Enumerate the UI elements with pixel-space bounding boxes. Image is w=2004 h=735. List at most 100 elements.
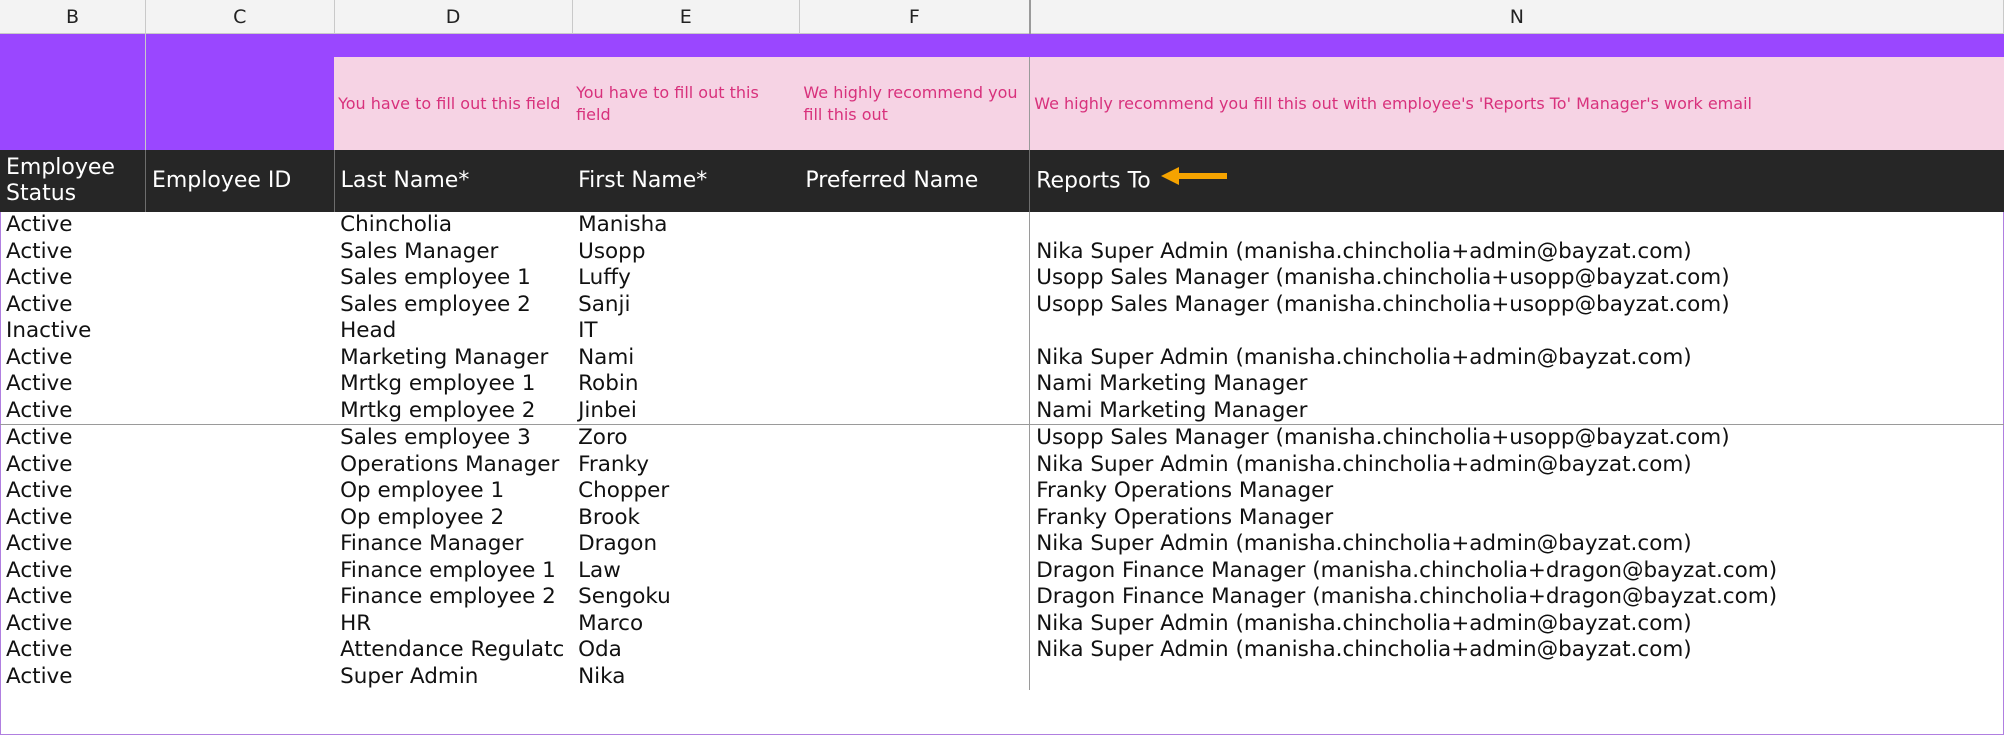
table-row[interactable]: Active Sales employee 1 Luffy Usopp Sales M… (0, 265, 2004, 292)
cell-first-name[interactable]: Jinbei (572, 398, 799, 425)
table-row[interactable]: Active Sales Manager Usopp Nika Super Admin… (0, 238, 2004, 266)
cell-preferred-name[interactable] (799, 637, 1029, 664)
cell-last-name[interactable]: HR (334, 611, 572, 638)
cell-last-name[interactable]: Op employee 2 (334, 505, 572, 532)
cell-reports-to[interactable]: Nika Super Admin (manisha.chincholia+adm… (1029, 531, 2004, 558)
column-header-b[interactable]: B (0, 0, 146, 34)
column-header-e[interactable]: E (572, 0, 800, 34)
cell-preferred-name[interactable] (799, 424, 1030, 452)
cell-employee-id[interactable] (145, 584, 334, 611)
cell-employee-id[interactable] (145, 531, 334, 558)
cell-first-name[interactable]: Luffy (572, 265, 799, 292)
cell-preferred-name[interactable] (799, 478, 1029, 505)
table-row[interactable]: Active Op employee 1 Chopper Franky Operati… (0, 478, 2004, 505)
cell-preferred-name[interactable] (799, 452, 1029, 479)
cell-first-name[interactable]: Zoro (572, 424, 800, 452)
cell-last-name[interactable]: Finance employee 2 (334, 584, 572, 611)
cell-reports-to[interactable]: Franky Operations Manager (1029, 504, 2004, 531)
cell-reports-to[interactable]: Nami Marketing Manager (1029, 397, 2004, 425)
table-row[interactable]: Active Mrtkg employee 1 Robin Nami Marketin… (0, 371, 2004, 398)
table-row[interactable]: Active HR Marco Nika Super Admin (manisha.c… (0, 610, 2004, 638)
column-header-f[interactable]: F (799, 0, 1031, 34)
table-row[interactable]: Active Sales employee 3 Zoro Usopp Sales Ma… (0, 424, 2004, 452)
cell-employee-status[interactable]: Active (0, 371, 145, 398)
cell-first-name[interactable]: Nika (572, 664, 799, 691)
cell-first-name[interactable]: Brook (572, 505, 799, 532)
cell-employee-status[interactable]: Active (0, 584, 145, 611)
cell-first-name[interactable]: Marco (572, 611, 799, 638)
cell-preferred-name[interactable] (799, 265, 1029, 292)
cell-last-name[interactable]: Operations Manager (334, 452, 572, 479)
hint-first-name[interactable]: You have to fill out this field (572, 57, 800, 150)
cell-first-name[interactable]: Law (572, 558, 799, 585)
cell-preferred-name[interactable] (799, 212, 1029, 239)
cell-employee-id[interactable] (145, 398, 334, 425)
cell-employee-status[interactable]: Active (0, 637, 145, 664)
cell-first-name[interactable]: Usopp (572, 239, 799, 266)
table-row[interactable]: Active Finance Manager Dragon Nika Super Ad… (0, 531, 2004, 558)
cell-last-name[interactable]: Sales employee 1 (334, 265, 572, 292)
cell-reports-to[interactable] (1029, 212, 2004, 239)
cell-employee-status[interactable]: Active (0, 664, 145, 691)
cell-reports-to[interactable]: Nami Marketing Manager (1029, 371, 2004, 398)
cell-first-name[interactable]: Nami (572, 345, 799, 372)
cell-employee-status[interactable]: Active (0, 424, 146, 452)
column-header-c[interactable]: C (145, 0, 335, 34)
table-row[interactable]: Active Finance employee 2 Sengoku Dragon Fi… (0, 584, 2004, 611)
cell-last-name[interactable]: Mrtkg employee 2 (334, 398, 572, 425)
table-row[interactable]: Active Finance employee 1 Law Dragon Financ… (0, 557, 2004, 585)
cell-reports-to[interactable]: Nika Super Admin (manisha.chincholia+adm… (1029, 610, 2004, 637)
cell-preferred-name[interactable] (799, 345, 1029, 372)
header-last-name[interactable]: Last Name* (334, 150, 573, 212)
hint-preferred-name[interactable]: We highly recommend you fill this out (799, 57, 1031, 150)
cell-preferred-name[interactable] (799, 398, 1029, 425)
cell-reports-to[interactable]: Usopp Sales Manager (manisha.chincholia+… (1029, 291, 2004, 318)
cell-last-name[interactable]: Attendance Regulatc (334, 637, 572, 664)
cell-first-name[interactable]: Oda (572, 637, 799, 664)
cell-reports-to[interactable]: Franky Operations Manager (1029, 478, 2004, 505)
table-row[interactable]: Active Marketing Manager Nami Nika Super Ad… (0, 344, 2004, 372)
cell-last-name[interactable]: Sales employee 2 (334, 292, 572, 319)
cell-reports-to[interactable] (1029, 318, 2004, 345)
cell-preferred-name[interactable] (799, 292, 1029, 319)
cell-reports-to[interactable]: Dragon Finance Manager (manisha.chinchol… (1029, 557, 2004, 584)
cell-reports-to[interactable]: Nika Super Admin (manisha.chincholia+adm… (1029, 637, 2004, 664)
cell-last-name[interactable]: Chincholia (334, 212, 572, 239)
cell-preferred-name[interactable] (799, 239, 1029, 266)
cell-first-name[interactable]: Sengoku (572, 584, 799, 611)
cell-employee-status[interactable]: Active (0, 558, 145, 585)
header-preferred-name[interactable]: Preferred Name (799, 150, 1031, 212)
cell-employee-id[interactable] (145, 611, 334, 638)
cell-preferred-name[interactable] (799, 371, 1029, 398)
cell-employee-id[interactable] (145, 558, 334, 585)
cell-employee-status[interactable]: Active (0, 611, 145, 638)
header-first-name[interactable]: First Name* (572, 150, 800, 212)
cell-employee-id[interactable] (145, 292, 334, 319)
cell-employee-status[interactable]: Active (0, 531, 145, 558)
cell-preferred-name[interactable] (799, 584, 1029, 611)
cell-last-name[interactable]: Finance employee 1 (334, 558, 572, 585)
cell-last-name[interactable]: Super Admin (334, 664, 572, 691)
table-row[interactable]: Active Mrtkg employee 2 Jinbei Nami Marketi… (0, 397, 2004, 425)
table-row[interactable]: Active Super Admin Nika (0, 663, 2004, 691)
cell-employee-status[interactable]: Active (0, 239, 145, 266)
column-header-d[interactable]: D (334, 0, 573, 34)
table-row[interactable]: Active Op employee 2 Brook Franky Operation… (0, 504, 2004, 532)
cell-employee-id[interactable] (145, 212, 334, 239)
cell-last-name[interactable]: Marketing Manager (334, 345, 572, 372)
header-reports-to[interactable]: Reports To (1029, 150, 2004, 212)
hint-cell-id[interactable] (144, 57, 335, 150)
cell-employee-status[interactable]: Active (0, 452, 145, 479)
hint-reports-to[interactable]: We highly recommend you fill this out wi… (1029, 57, 2004, 150)
table-row[interactable]: Inactive Head IT (0, 318, 2004, 345)
cell-employee-id[interactable] (145, 424, 335, 452)
cell-last-name[interactable]: Op employee 1 (334, 478, 572, 505)
cell-employee-status[interactable]: Active (0, 505, 145, 532)
table-row[interactable]: Active Chincholia Manisha (0, 212, 2004, 239)
cell-last-name[interactable]: Finance Manager (334, 531, 572, 558)
cell-reports-to[interactable]: Dragon Finance Manager (manisha.chinchol… (1029, 584, 2004, 611)
cell-reports-to[interactable]: Usopp Sales Manager (manisha.chincholia+… (1029, 424, 2004, 452)
cell-first-name[interactable]: Franky (572, 452, 799, 479)
cell-first-name[interactable]: Robin (572, 371, 799, 398)
cell-reports-to[interactable]: Nika Super Admin (manisha.chincholia+adm… (1029, 451, 2004, 478)
